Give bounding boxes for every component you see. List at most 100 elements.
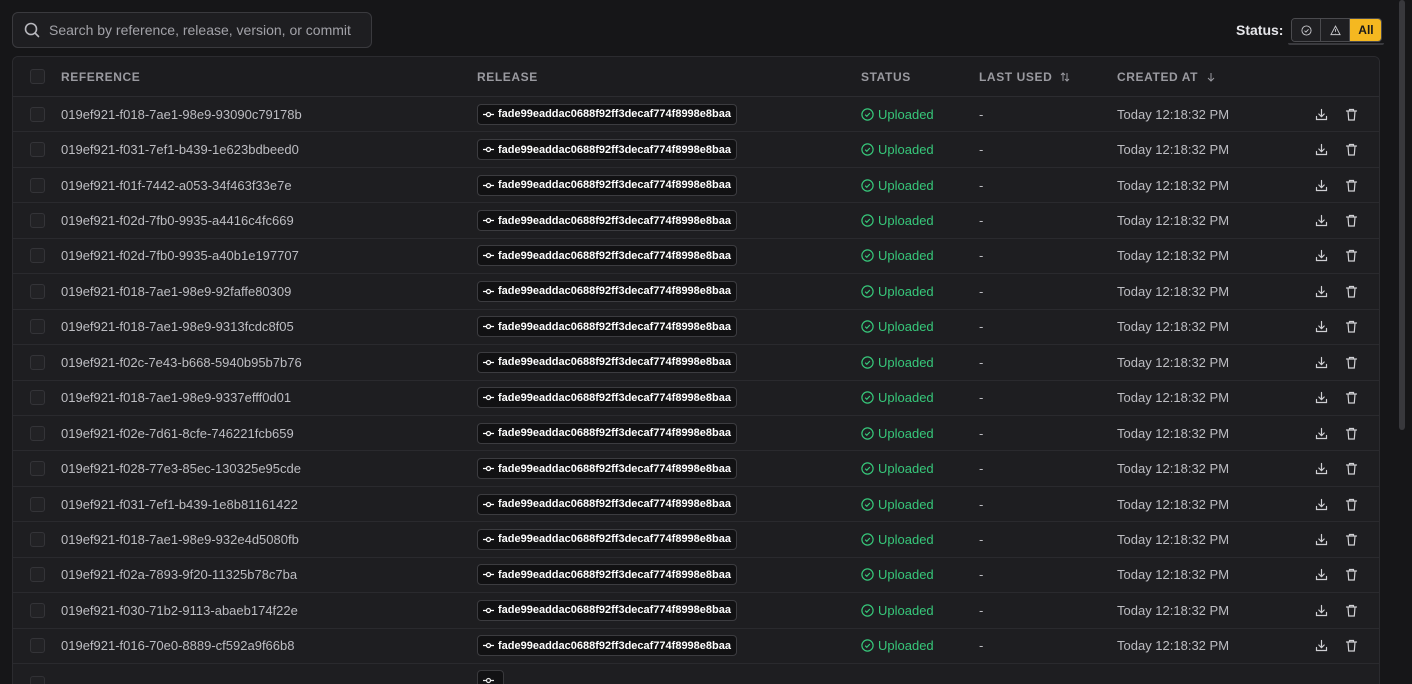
delete-button[interactable] bbox=[1342, 212, 1360, 230]
row-checkbox[interactable] bbox=[30, 425, 45, 441]
status-filter-warning-button[interactable] bbox=[1321, 19, 1351, 41]
release-badge[interactable]: fade99eaddac0688f92ff3decaf774f8998e8baa bbox=[477, 245, 737, 267]
delete-button[interactable] bbox=[1342, 637, 1360, 655]
column-header-last-used[interactable]: LAST USED bbox=[979, 70, 1070, 84]
delete-button[interactable] bbox=[1342, 141, 1360, 159]
table-row[interactable]: 019ef921-f01f-7442-a053-34f463f33e7e fad… bbox=[13, 168, 1379, 204]
table-row[interactable]: 019ef921-f02d-7fb0-9935-a4416c4fc669 fad… bbox=[13, 203, 1379, 239]
row-checkbox[interactable] bbox=[30, 638, 45, 654]
sort-both-icon[interactable] bbox=[1060, 71, 1070, 82]
row-checkbox[interactable] bbox=[30, 177, 45, 193]
table-row[interactable]: 019ef921-f016-70e0-8889-cf592a9f66b8 fad… bbox=[13, 629, 1379, 664]
table-row[interactable]: 019ef921-f018-7ae1-98e9-92faffe80309 fad… bbox=[13, 274, 1379, 310]
table-row[interactable]: 019ef921-f031-7ef1-b439-1e623bdbeed0 fad… bbox=[13, 132, 1379, 168]
download-button[interactable] bbox=[1312, 460, 1330, 478]
table-row[interactable]: 019ef921-f018-7ae1-98e9-9313fcdc8f05 fad… bbox=[13, 310, 1379, 346]
search-input[interactable] bbox=[49, 22, 371, 38]
release-badge[interactable]: fade99eaddac0688f92ff3decaf774f8998e8baa bbox=[477, 635, 737, 657]
download-button[interactable] bbox=[1312, 176, 1330, 194]
delete-button[interactable] bbox=[1342, 389, 1360, 407]
table-row[interactable]: 019ef921-f031-7ef1-b439-1e8b81161422 fad… bbox=[13, 487, 1379, 523]
delete-button[interactable] bbox=[1342, 105, 1360, 123]
table-row[interactable]: 019ef921-f030-71b2-9113-abaeb174f22e fad… bbox=[13, 593, 1379, 629]
table-row[interactable]: 019ef921-f02e-7d61-8cfe-746221fcb659 fad… bbox=[13, 416, 1379, 452]
release-badge[interactable]: fade99eaddac0688f92ff3decaf774f8998e8baa bbox=[477, 210, 737, 232]
download-button[interactable] bbox=[1312, 601, 1330, 619]
download-button[interactable] bbox=[1312, 637, 1330, 655]
release-badge[interactable]: fade99eaddac0688f92ff3decaf774f8998e8baa bbox=[477, 351, 737, 373]
row-checkbox[interactable] bbox=[30, 461, 45, 477]
column-header-created-at[interactable]: CREATED AT bbox=[1117, 70, 1216, 84]
row-checkbox[interactable] bbox=[30, 283, 45, 299]
status-label: Uploaded bbox=[878, 461, 934, 477]
table-row[interactable]: 019ef921-f018-7ae1-98e9-93090c79178b fad… bbox=[13, 97, 1379, 133]
download-button[interactable] bbox=[1312, 318, 1330, 336]
release-badge[interactable]: fade99eaddac0688f92ff3decaf774f8998e8baa bbox=[477, 599, 737, 621]
row-checkbox[interactable] bbox=[30, 106, 45, 122]
row-checkbox[interactable] bbox=[30, 496, 45, 512]
download-button[interactable] bbox=[1312, 141, 1330, 159]
table-row[interactable]: 019ef921-f02c-7e43-b668-5940b95b7b76 fad… bbox=[13, 345, 1379, 381]
row-checkbox[interactable] bbox=[30, 213, 45, 229]
search-box[interactable] bbox=[12, 12, 372, 48]
delete-button[interactable] bbox=[1342, 282, 1360, 300]
delete-button[interactable] bbox=[1342, 353, 1360, 371]
download-button[interactable] bbox=[1312, 530, 1330, 548]
row-checkbox[interactable] bbox=[30, 142, 45, 158]
release-badge[interactable]: fade99eaddac0688f92ff3decaf774f8998e8baa bbox=[477, 174, 737, 196]
release-badge[interactable]: fade99eaddac0688f92ff3decaf774f8998e8baa bbox=[477, 528, 737, 550]
row-checkbox[interactable] bbox=[30, 676, 45, 684]
release-badge[interactable]: fade99eaddac0688f92ff3decaf774f8998e8baa bbox=[477, 316, 737, 338]
delete-button[interactable] bbox=[1342, 495, 1360, 513]
delete-button[interactable] bbox=[1342, 530, 1360, 548]
release-badge[interactable]: fade99eaddac0688f92ff3decaf774f8998e8baa bbox=[477, 139, 737, 161]
row-checkbox[interactable] bbox=[30, 531, 45, 547]
delete-button[interactable] bbox=[1342, 424, 1360, 442]
status-filter-uploaded-button[interactable] bbox=[1292, 19, 1322, 41]
delete-button[interactable] bbox=[1342, 247, 1360, 265]
status-filter: Status: All bbox=[1236, 18, 1385, 45]
release-badge[interactable] bbox=[477, 670, 504, 684]
delete-button[interactable] bbox=[1342, 601, 1360, 619]
row-checkbox[interactable] bbox=[30, 248, 45, 264]
table-row[interactable]: 019ef921-f028-77e3-85ec-130325e95cde fad… bbox=[13, 451, 1379, 487]
row-checkbox[interactable] bbox=[30, 567, 45, 583]
row-checkbox[interactable] bbox=[30, 354, 45, 370]
release-badge[interactable]: fade99eaddac0688f92ff3decaf774f8998e8baa bbox=[477, 422, 737, 444]
status-filter-all-button[interactable]: All bbox=[1350, 19, 1382, 41]
page-scrollbar[interactable] bbox=[1399, 0, 1405, 430]
table-row[interactable]: 019ef921-f018-7ae1-98e9-9337efff0d01 fad… bbox=[13, 381, 1379, 416]
download-button[interactable] bbox=[1312, 495, 1330, 513]
release-badge[interactable]: fade99eaddac0688f92ff3decaf774f8998e8baa bbox=[477, 564, 737, 586]
release-badge[interactable]: fade99eaddac0688f92ff3decaf774f8998e8baa bbox=[477, 103, 737, 125]
row-checkbox[interactable] bbox=[30, 319, 45, 335]
download-button[interactable] bbox=[1312, 566, 1330, 584]
release-badge[interactable]: fade99eaddac0688f92ff3decaf774f8998e8baa bbox=[477, 387, 737, 409]
table-header: REFERENCE RELEASE STATUS LAST USED CREAT… bbox=[13, 57, 1379, 97]
release-badge[interactable]: fade99eaddac0688f92ff3decaf774f8998e8baa bbox=[477, 280, 737, 302]
table-row[interactable]: 019ef921-f02d-7fb0-9935-a40b1e197707 fad… bbox=[13, 239, 1379, 275]
download-button[interactable] bbox=[1312, 424, 1330, 442]
download-button[interactable] bbox=[1312, 212, 1330, 230]
created-at-cell: Today 12:18:32 PM bbox=[1117, 319, 1230, 335]
select-all-checkbox[interactable] bbox=[30, 69, 45, 84]
row-checkbox[interactable] bbox=[30, 390, 45, 406]
trash-icon bbox=[1345, 640, 1357, 652]
release-badge[interactable]: fade99eaddac0688f92ff3decaf774f8998e8baa bbox=[477, 493, 737, 515]
download-button[interactable] bbox=[1312, 353, 1330, 371]
reference-cell: 019ef921-f018-7ae1-98e9-93090c79178b bbox=[61, 106, 302, 122]
sort-desc-icon[interactable] bbox=[1206, 72, 1216, 82]
delete-button[interactable] bbox=[1342, 318, 1360, 336]
download-button[interactable] bbox=[1312, 389, 1330, 407]
download-button[interactable] bbox=[1312, 247, 1330, 265]
table-row-partial[interactable] bbox=[13, 664, 1379, 684]
download-button[interactable] bbox=[1312, 105, 1330, 123]
delete-button[interactable] bbox=[1342, 566, 1360, 584]
release-badge[interactable]: fade99eaddac0688f92ff3decaf774f8998e8baa bbox=[477, 458, 737, 480]
download-button[interactable] bbox=[1312, 282, 1330, 300]
table-row[interactable]: 019ef921-f02a-7893-9f20-11325b78c7ba fad… bbox=[13, 558, 1379, 594]
table-row[interactable]: 019ef921-f018-7ae1-98e9-932e4d5080fb fad… bbox=[13, 522, 1379, 558]
delete-button[interactable] bbox=[1342, 176, 1360, 194]
delete-button[interactable] bbox=[1342, 460, 1360, 478]
row-checkbox[interactable] bbox=[30, 602, 45, 618]
